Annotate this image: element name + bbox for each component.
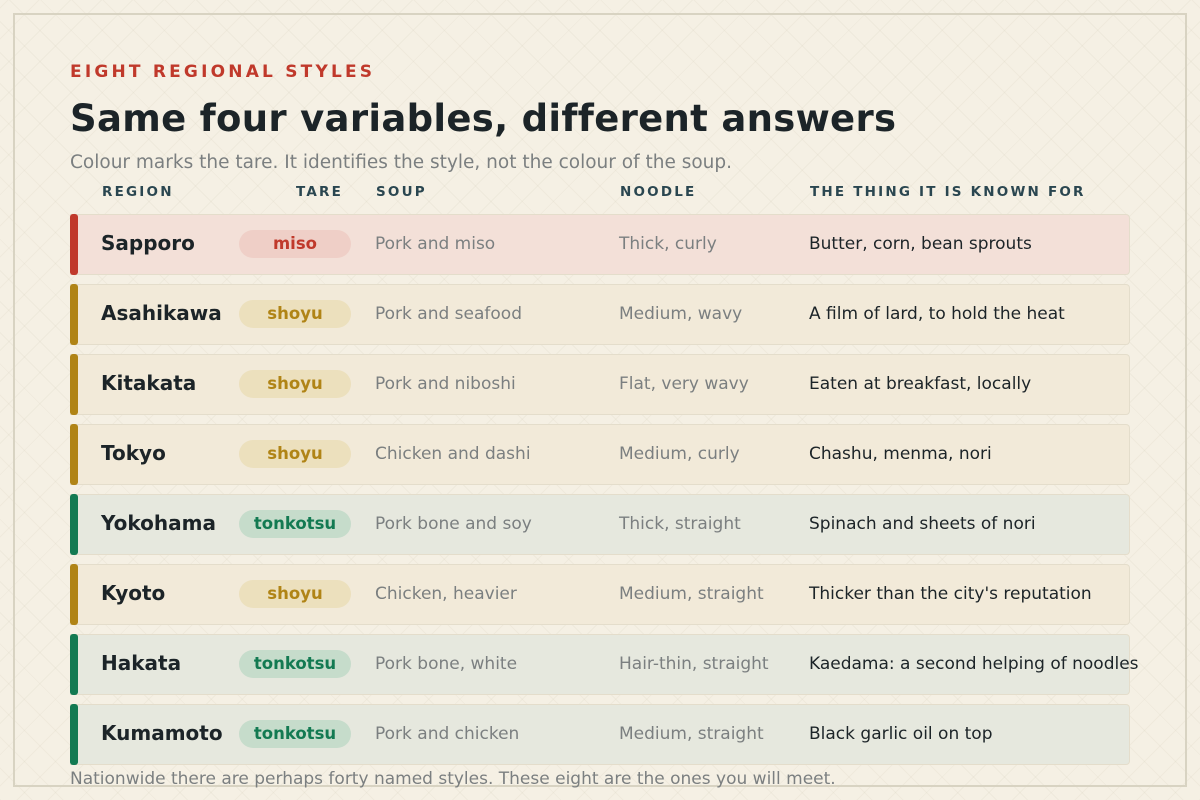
tare-color-bar	[70, 563, 78, 625]
known-for-cell: Eaten at breakfast, locally	[809, 374, 1032, 394]
known-for-cell: Thicker than the city's reputation	[809, 584, 1092, 604]
known-for-cell: Kaedama: a second helping of noodles	[809, 654, 1139, 674]
tare-color-bar	[70, 353, 78, 415]
table-row: Kitakata shoyu Pork and niboshi Flat, very …	[70, 353, 1130, 415]
noodle-cell: Thick, curly	[619, 234, 717, 254]
footer-note: Nationwide there are perhaps forty named…	[70, 769, 836, 789]
tare-badge: tonkotsu	[239, 720, 351, 748]
noodle-cell: Medium, wavy	[619, 304, 743, 324]
tare-badge: shoyu	[239, 300, 351, 328]
soup-cell: Chicken and dashi	[375, 444, 531, 464]
soup-cell: Pork and niboshi	[375, 374, 516, 394]
region-name: Hakata	[101, 651, 182, 675]
tare-color-bar	[70, 213, 78, 275]
noodle-cell: Hair-thin, straight	[619, 654, 769, 674]
table-row: Sapporo miso Pork and miso Thick, curly Butt…	[70, 213, 1130, 275]
tare-color-bar	[70, 633, 78, 695]
soup-cell: Pork and seafood	[375, 304, 522, 324]
known-for-cell: Butter, corn, bean sprouts	[809, 234, 1032, 254]
page-title: Same four variables, different answers	[70, 97, 897, 140]
region-name: Tokyo	[101, 441, 166, 465]
tare-badge: shoyu	[239, 370, 351, 398]
known-for-cell: Chashu, menma, nori	[809, 444, 992, 464]
known-for-cell: Black garlic oil on top	[809, 724, 993, 744]
table-row: Kyoto shoyu Chicken, heavier Medium, straig…	[70, 563, 1130, 625]
region-name: Sapporo	[101, 231, 195, 255]
tare-color-bar	[70, 283, 78, 345]
tare-badge: shoyu	[239, 440, 351, 468]
region-name: Kumamoto	[101, 721, 223, 745]
tare-badge: miso	[239, 230, 351, 258]
soup-cell: Pork bone, white	[375, 654, 518, 674]
tare-color-bar	[70, 703, 78, 765]
table-row: Yokohama tonkotsu Pork bone and soy Thick, …	[70, 493, 1130, 555]
noodle-cell: Medium, curly	[619, 444, 740, 464]
soup-cell: Chicken, heavier	[375, 584, 517, 604]
region-name: Kitakata	[101, 371, 197, 395]
table-row: Tokyo shoyu Chicken and dashi Medium, curly…	[70, 423, 1130, 485]
tare-badge: tonkotsu	[239, 650, 351, 678]
soup-cell: Pork bone and soy	[375, 514, 532, 534]
column-header-soup: SOUP	[376, 184, 427, 200]
table-row: Hakata tonkotsu Pork bone, white Hair-thin,…	[70, 633, 1139, 695]
column-header-region: REGION	[102, 184, 174, 200]
noodle-cell: Flat, very wavy	[619, 374, 749, 394]
column-header-known-for: THE THING IT IS KNOWN FOR	[810, 184, 1086, 200]
tare-badge: shoyu	[239, 580, 351, 608]
tare-badge: tonkotsu	[239, 510, 351, 538]
soup-cell: Pork and miso	[375, 234, 496, 254]
tare-color-bar	[70, 493, 78, 555]
known-for-cell: A film of lard, to hold the heat	[809, 304, 1065, 324]
soup-cell: Pork and chicken	[375, 724, 520, 744]
page-subtitle: Colour marks the tare. It identifies the…	[70, 152, 733, 173]
eyebrow-label: EIGHT REGIONAL STYLES	[70, 62, 376, 82]
region-name: Kyoto	[101, 581, 166, 605]
noodle-cell: Medium, straight	[619, 724, 764, 744]
table-row: Asahikawa shoyu Pork and seafood Medium, wa…	[70, 283, 1130, 345]
column-header-tare: TARE	[296, 184, 344, 200]
region-name: Asahikawa	[101, 301, 222, 325]
known-for-cell: Spinach and sheets of nori	[809, 514, 1036, 534]
noodle-cell: Thick, straight	[619, 514, 741, 534]
table-row: Kumamoto tonkotsu Pork and chicken Medium, …	[70, 703, 1130, 765]
noodle-cell: Medium, straight	[619, 584, 764, 604]
region-name: Yokohama	[101, 511, 216, 535]
tare-color-bar	[70, 423, 78, 485]
column-header-noodle: NOODLE	[620, 184, 697, 200]
